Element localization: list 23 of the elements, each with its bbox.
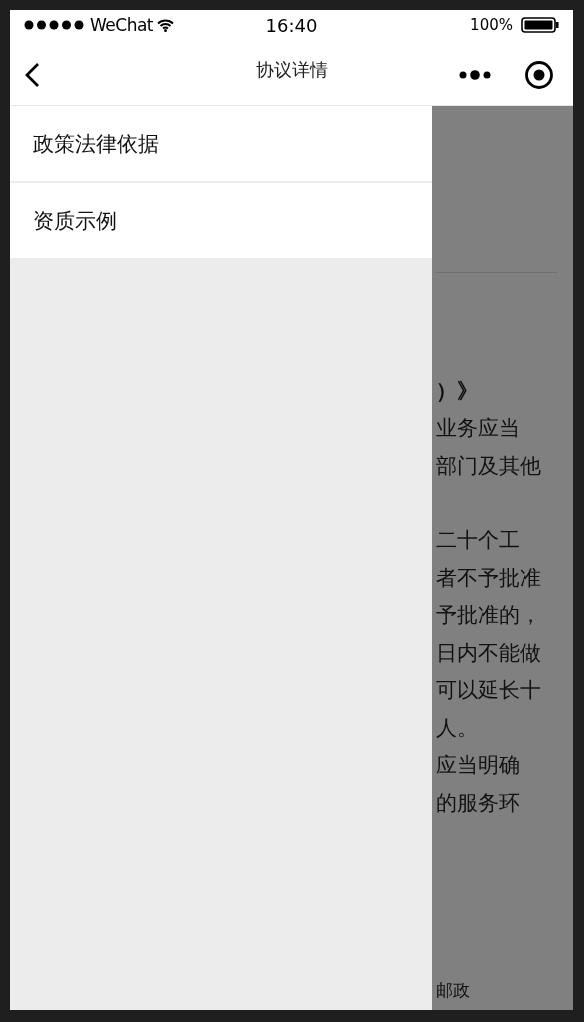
- article-line: 者不予批准: [436, 564, 542, 592]
- status-time: 16:40: [264, 14, 319, 36]
- battery-icon: [521, 17, 559, 33]
- back-icon[interactable]: [24, 61, 40, 88]
- footer-text: 邮政: [436, 979, 471, 1002]
- signal-icon: [24, 20, 86, 30]
- wifi-icon: [157, 18, 174, 32]
- article-line: 予批准的，: [436, 602, 542, 629]
- drawer-item[interactable]: 资质示例: [10, 183, 432, 258]
- carrier-name: WeChat: [90, 15, 153, 35]
- more-icon[interactable]: [459, 68, 491, 81]
- article-line: 的服务环: [436, 789, 521, 817]
- article-line: 人。: [436, 714, 479, 742]
- article-line: 日内不能做: [436, 639, 542, 667]
- article-line: 应当明确: [436, 752, 521, 779]
- article-line: 部门及其他: [436, 452, 542, 480]
- battery-percent: 100%: [470, 16, 513, 34]
- article-heading: ）》: [436, 378, 479, 405]
- article-line: 可以延长十: [436, 677, 542, 704]
- page-title: 协议详情: [254, 58, 329, 82]
- article-line: 业务应当: [436, 415, 521, 442]
- article-line: 二十个工: [436, 527, 521, 554]
- drawer-item[interactable]: 政策法律依据: [10, 106, 432, 181]
